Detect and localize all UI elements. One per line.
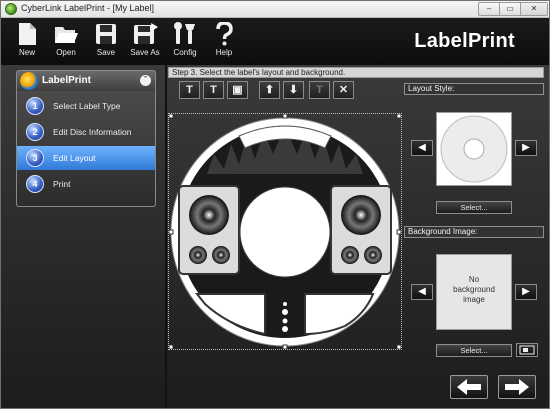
add-text-button[interactable]: T xyxy=(179,81,200,99)
wizard-steps: 1 Select Label Type 2 Edit Disc Informat… xyxy=(17,91,155,206)
background-options-button[interactable] xyxy=(516,343,538,357)
title-bar: CyberLink LabelPrint - [My Label] – ▭ ✕ xyxy=(1,1,549,18)
layout-next-button[interactable]: ▶ xyxy=(515,140,537,156)
step-label: Edit Disc Information xyxy=(53,127,132,137)
step-label: Edit Layout xyxy=(53,153,96,163)
help-button[interactable]: Help xyxy=(204,22,244,64)
add-curved-text-button[interactable]: T xyxy=(203,81,224,99)
chevron-left-icon: ◀ xyxy=(418,142,426,153)
background-next-button[interactable]: ▶ xyxy=(515,284,537,300)
step-heading: Step 3. Select the label's layout and ba… xyxy=(168,67,544,78)
delete-button[interactable]: ✕ xyxy=(333,81,354,99)
wizard-panel-title: LabelPrint xyxy=(42,75,91,86)
layout-style-heading: Layout Style: xyxy=(404,83,544,95)
disc-label-preview xyxy=(168,113,402,350)
save-as-button[interactable]: Save As xyxy=(125,22,165,64)
step-label: Select Label Type xyxy=(53,101,121,111)
step-number-icon: 3 xyxy=(26,149,44,167)
text-properties-button[interactable]: T xyxy=(309,81,330,99)
panel-divider xyxy=(165,65,167,408)
layout-select-button[interactable]: Select... xyxy=(436,201,512,214)
next-button[interactable] xyxy=(498,375,536,399)
open-label: Open xyxy=(56,48,76,57)
background-image-heading: Background Image: xyxy=(404,226,544,238)
brand-wordmark: LabelPrint xyxy=(414,30,515,52)
add-text-icon: T xyxy=(186,84,193,96)
add-image-button[interactable]: ▣ xyxy=(227,81,248,99)
help-label: Help xyxy=(215,48,233,57)
save-button[interactable]: Save xyxy=(86,22,126,64)
chevron-right-icon: ▶ xyxy=(522,286,530,297)
close-button[interactable]: ✕ xyxy=(520,2,548,16)
step-edit-layout[interactable]: 3 Edit Layout xyxy=(17,146,155,170)
layout-prev-button[interactable]: ◀ xyxy=(411,140,433,156)
app-icon xyxy=(5,3,17,15)
save-label: Save xyxy=(96,48,116,57)
config-label: Config xyxy=(173,48,197,57)
bring-forward-icon: ⬆ xyxy=(264,84,275,96)
main-toolbar: New Open Save Save As Config Help LabelP… xyxy=(1,18,549,65)
app-window: CyberLink LabelPrint - [My Label] – ▭ ✕ … xyxy=(0,0,550,409)
minimize-button[interactable]: – xyxy=(478,2,500,16)
step-label: Print xyxy=(53,179,71,189)
next-arrow-icon xyxy=(505,379,529,395)
config-button[interactable]: Config xyxy=(165,22,205,64)
label-canvas[interactable] xyxy=(168,113,402,350)
no-background-text: No background image xyxy=(453,275,495,304)
chevron-right-icon: ▶ xyxy=(522,142,530,153)
open-folder-icon xyxy=(55,27,78,43)
delete-icon: ✕ xyxy=(338,84,349,96)
step-select-label-type[interactable]: 1 Select Label Type xyxy=(17,94,155,118)
step-number-icon: 4 xyxy=(26,175,44,193)
step-print[interactable]: 4 Print xyxy=(17,172,155,196)
add-image-icon: ▣ xyxy=(232,84,243,96)
collapse-icon[interactable]: ⌃ xyxy=(140,75,151,86)
labelprint-logo-icon xyxy=(20,72,38,90)
new-label: New xyxy=(18,48,35,57)
background-image-thumbnail[interactable]: No background image xyxy=(436,254,512,330)
new-file-icon xyxy=(19,23,36,45)
new-button[interactable]: New xyxy=(7,22,47,64)
image-settings-icon xyxy=(519,345,535,355)
back-button[interactable] xyxy=(450,375,488,399)
main-area: LabelPrint ⌃ 1 Select Label Type 2 Edit … xyxy=(1,65,549,408)
save-as-label: Save As xyxy=(130,48,160,57)
step-number-icon: 1 xyxy=(26,97,44,115)
disc-thumbnail-icon xyxy=(440,115,508,183)
config-tools-icon xyxy=(174,22,195,44)
chevron-left-icon: ◀ xyxy=(418,286,426,297)
add-curved-text-icon: T xyxy=(210,84,217,96)
bring-forward-button[interactable]: ⬆ xyxy=(259,81,280,99)
layout-style-thumbnail[interactable] xyxy=(436,112,512,186)
send-backward-icon: ⬇ xyxy=(288,84,299,96)
text-properties-icon: T xyxy=(316,84,323,96)
step-number-icon: 2 xyxy=(26,123,44,141)
send-backward-button[interactable]: ⬇ xyxy=(283,81,304,99)
back-arrow-icon xyxy=(457,379,481,395)
wizard-panel: LabelPrint ⌃ 1 Select Label Type 2 Edit … xyxy=(16,70,156,207)
save-disk-icon xyxy=(96,24,116,44)
help-icon xyxy=(216,22,233,46)
window-title: CyberLink LabelPrint - [My Label] xyxy=(21,3,155,13)
maximize-button[interactable]: ▭ xyxy=(499,2,521,16)
background-select-button[interactable]: Select... xyxy=(436,344,512,357)
background-prev-button[interactable]: ◀ xyxy=(411,284,433,300)
open-button[interactable]: Open xyxy=(46,22,86,64)
step-edit-disc-information[interactable]: 2 Edit Disc Information xyxy=(17,120,155,144)
wizard-panel-header: LabelPrint ⌃ xyxy=(17,71,155,91)
save-as-icon xyxy=(134,23,158,44)
